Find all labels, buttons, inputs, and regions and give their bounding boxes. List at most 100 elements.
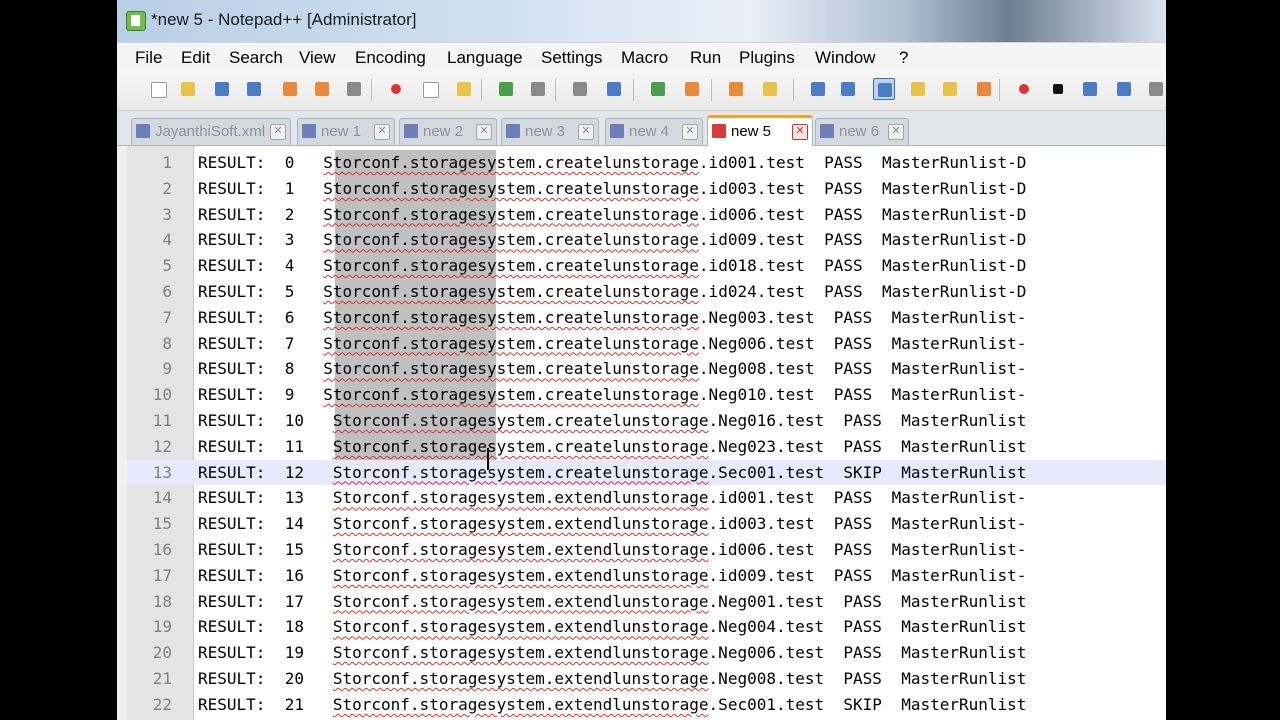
menu-run[interactable]: Run: [690, 48, 721, 68]
menu-encoding[interactable]: Encoding: [355, 48, 426, 68]
editor-line[interactable]: 18 RESULT: 17 Storconf.storagesystem.exte…: [127, 589, 1166, 615]
menu-view[interactable]: View: [299, 48, 336, 68]
editor-line[interactable]: 3 RESULT: 2 Storconf.storagesystem.create…: [127, 202, 1166, 228]
editor-line[interactable]: 10 RESULT: 9 Storconf.storagesystem.creat…: [127, 382, 1166, 408]
line-text: RESULT: 13 Storconf.storagesystem.extend…: [198, 488, 1027, 508]
tab-new-5[interactable]: new 5 ✕: [707, 115, 813, 146]
doc-map-icon[interactable]: [939, 78, 961, 100]
tab-new-1[interactable]: new 1 ✕: [297, 118, 395, 145]
tab-close-icon[interactable]: ✕: [682, 124, 698, 140]
tab-jayanthisoft-xml[interactable]: JayanthiSoft.xml ✕: [131, 118, 291, 145]
record-macro-icon[interactable]: [1013, 78, 1035, 100]
tab-new-4[interactable]: new 4 ✕: [605, 118, 703, 145]
notepadpp-app-icon[interactable]: [126, 11, 146, 31]
editor-area[interactable]: 1 RESULT: 0 Storconf.storagesystem.create…: [127, 146, 1166, 720]
save-icon[interactable]: [211, 78, 233, 100]
toolbar-separator: [999, 79, 1000, 101]
replace-icon[interactable]: [603, 78, 625, 100]
editor-line[interactable]: 19 RESULT: 18 Storconf.storagesystem.exte…: [127, 614, 1166, 640]
find-icon[interactable]: [569, 78, 591, 100]
save-macro-icon[interactable]: [1145, 78, 1166, 100]
stop-recording-icon[interactable]: [1047, 78, 1069, 100]
file-save-state-icon: [712, 124, 726, 138]
editor-line[interactable]: 9 RESULT: 8 Storconf.storagesystem.create…: [127, 356, 1166, 382]
editor-line[interactable]: 21 RESULT: 20 Storconf.storagesystem.exte…: [127, 666, 1166, 692]
editor-line[interactable]: 12 RESULT: 11 Storconf.storagesystem.crea…: [127, 434, 1166, 460]
paste-icon[interactable]: [453, 78, 475, 100]
line-text: RESULT: 5 Storconf.storagesystem.createl…: [198, 282, 1027, 301]
editor-line[interactable]: 16 RESULT: 15 Storconf.storagesystem.exte…: [127, 537, 1166, 563]
line-text: RESULT: 21 Storconf.storagesystem.extend…: [198, 694, 1027, 714]
menu-window[interactable]: Window: [815, 48, 875, 68]
editor-line[interactable]: 8 RESULT: 7 Storconf.storagesystem.create…: [127, 331, 1166, 357]
copy-icon[interactable]: [419, 78, 441, 100]
word-wrap-icon[interactable]: [807, 78, 829, 100]
editor-line[interactable]: 1 RESULT: 0 Storconf.storagesystem.create…: [127, 150, 1166, 176]
sync-vertical-icon[interactable]: [725, 78, 747, 100]
tab-close-icon[interactable]: ✕: [476, 124, 492, 140]
tab-close-icon[interactable]: ✕: [270, 124, 286, 140]
tab-new-6[interactable]: new 6 ✕: [815, 118, 909, 145]
editor-line[interactable]: 22 RESULT: 21 Storconf.storagesystem.exte…: [127, 692, 1166, 718]
tab-close-icon[interactable]: ✕: [374, 124, 390, 140]
open-file-icon[interactable]: [177, 78, 199, 100]
indent-guide-icon[interactable]: [873, 78, 895, 100]
save-all-icon[interactable]: [243, 78, 265, 100]
undo-icon[interactable]: [495, 78, 517, 100]
toolbar-separator: [555, 79, 556, 101]
tab-close-icon[interactable]: ✕: [888, 124, 904, 140]
line-text: RESULT: 18 Storconf.storagesystem.extend…: [198, 617, 1027, 637]
editor-line[interactable]: 13 RESULT: 12 Storconf.storagesystem.crea…: [127, 459, 1166, 486]
toolbar-separator: [793, 79, 794, 101]
function-list-icon[interactable]: [973, 78, 995, 100]
editor-line[interactable]: 17 RESULT: 16 Storconf.storagesystem.exte…: [127, 563, 1166, 589]
tab-close-icon[interactable]: ✕: [578, 124, 594, 140]
menu-help[interactable]: ?: [899, 48, 908, 68]
zoom-in-icon[interactable]: [647, 78, 669, 100]
toolbar-separator: [371, 79, 372, 101]
editor-line[interactable]: 6 RESULT: 5 Storconf.storagesystem.create…: [127, 279, 1166, 305]
tab-label: new 6: [839, 123, 880, 140]
menu-edit[interactable]: Edit: [181, 48, 210, 68]
notepadpp-window: *new 5 - Notepad++ [Administrator] File E…: [117, 0, 1166, 720]
tab-close-icon[interactable]: ✕: [792, 124, 808, 140]
playback-macro-icon[interactable]: [1079, 78, 1101, 100]
editor-line[interactable]: 14 RESULT: 13 Storconf.storagesystem.exte…: [127, 485, 1166, 511]
show-all-characters-icon[interactable]: [837, 78, 859, 100]
new-file-icon[interactable]: [147, 78, 169, 100]
editor-line[interactable]: 11 RESULT: 10 Storconf.storagesystem.crea…: [127, 408, 1166, 434]
editor-line[interactable]: 2 RESULT: 1 Storconf.storagesystem.create…: [127, 176, 1166, 202]
line-number: 19: [152, 617, 172, 637]
file-save-state-icon: [610, 124, 624, 138]
sync-horizontal-icon[interactable]: [759, 78, 781, 100]
menu-file[interactable]: File: [135, 48, 162, 68]
editor-line[interactable]: 5 RESULT: 4 Storconf.storagesystem.create…: [127, 253, 1166, 279]
redo-icon[interactable]: [527, 78, 549, 100]
line-number: 5: [162, 256, 172, 276]
cut-icon[interactable]: [385, 78, 407, 100]
run-macro-multiple-icon[interactable]: [1113, 78, 1135, 100]
tab-new-3[interactable]: new 3 ✕: [501, 118, 599, 145]
line-text: RESULT: 8 Storconf.storagesystem.createl…: [198, 359, 1027, 379]
tab-label: JayanthiSoft.xml: [155, 123, 266, 140]
user-language-icon[interactable]: [907, 78, 929, 100]
close-icon[interactable]: [279, 78, 301, 100]
editor-line[interactable]: 4 RESULT: 3 Storconf.storagesystem.create…: [127, 227, 1166, 253]
menu-macro[interactable]: Macro: [621, 48, 668, 68]
editor-line[interactable]: 15 RESULT: 14 Storconf.storagesystem.exte…: [127, 511, 1166, 537]
menu-search[interactable]: Search: [229, 48, 283, 68]
line-number: 6: [162, 282, 172, 301]
editor-line[interactable]: 20 RESULT: 19 Storconf.storagesystem.exte…: [127, 640, 1166, 666]
print-icon[interactable]: [343, 78, 365, 100]
title-bar[interactable]: *new 5 - Notepad++ [Administrator]: [117, 0, 1166, 42]
line-number: 21: [152, 669, 172, 688]
close-all-icon[interactable]: [311, 78, 333, 100]
tab-new-2[interactable]: new 2 ✕: [399, 118, 497, 145]
menu-settings[interactable]: Settings: [541, 48, 602, 68]
line-text: RESULT: 1 Storconf.storagesystem.createl…: [198, 178, 1027, 198]
zoom-out-icon[interactable]: [681, 78, 703, 100]
editor-line[interactable]: 7 RESULT: 6 Storconf.storagesystem.create…: [127, 305, 1166, 331]
line-number: 22: [152, 694, 172, 714]
menu-language[interactable]: Language: [447, 48, 523, 68]
menu-plugins[interactable]: Plugins: [739, 48, 795, 68]
